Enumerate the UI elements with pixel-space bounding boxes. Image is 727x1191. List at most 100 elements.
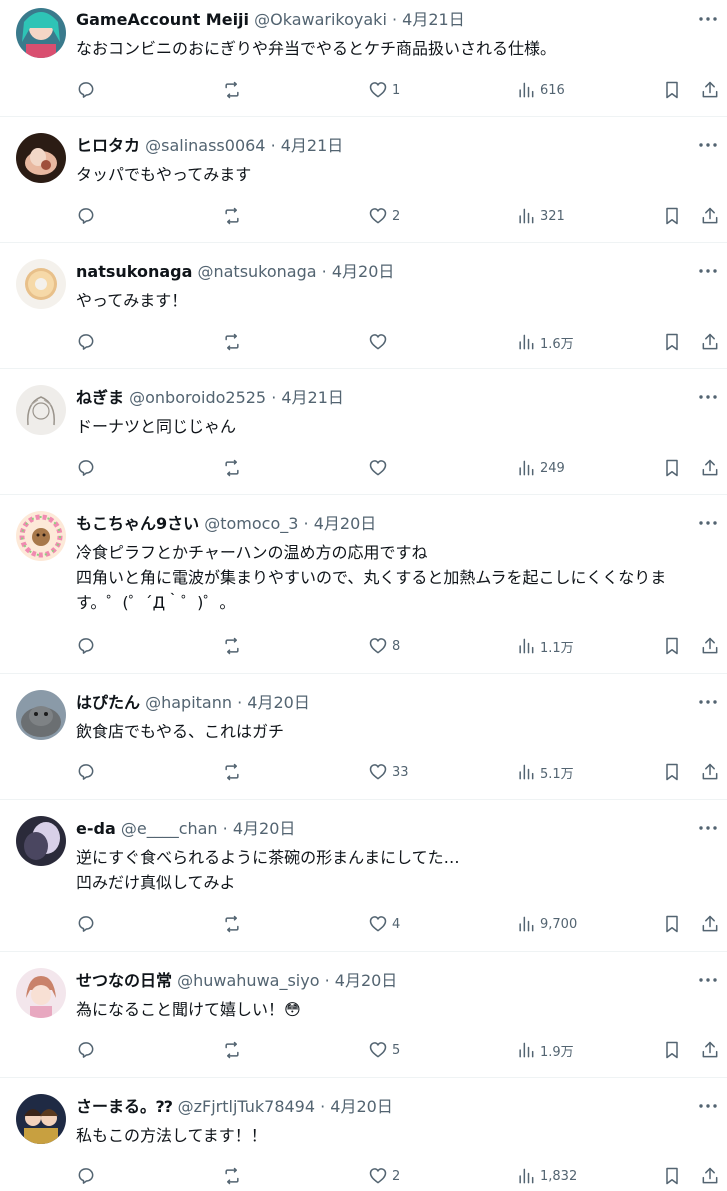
avatar[interactable] (16, 968, 66, 1018)
bookmark-button[interactable] (662, 634, 682, 658)
avatar[interactable] (16, 816, 66, 866)
user-handle[interactable]: @huwahuwa_siyo (177, 971, 319, 990)
display-name[interactable]: e-da (76, 819, 116, 838)
retweet-button[interactable] (222, 330, 242, 354)
share-button[interactable] (700, 204, 720, 228)
reply-tweet[interactable]: GameAccount Meiji @Okawarikoyaki · 4月21日… (0, 0, 727, 117)
tweet-date[interactable]: 4月20日 (332, 262, 395, 281)
display-name[interactable]: はぴたん (76, 693, 140, 712)
views-button[interactable]: 249 (516, 456, 565, 480)
display-name[interactable]: もこちゃん9さい (76, 514, 199, 533)
share-button[interactable] (700, 330, 720, 354)
bookmark-button[interactable] (662, 1038, 682, 1062)
user-handle[interactable]: @onboroido2525 (129, 388, 266, 407)
more-options-icon[interactable] (697, 969, 719, 991)
share-button[interactable] (700, 1164, 720, 1188)
user-handle[interactable]: @hapitann (145, 693, 232, 712)
views-button[interactable]: 1.9万 (516, 1038, 574, 1062)
like-button[interactable]: 2 (368, 1164, 400, 1188)
share-button[interactable] (700, 634, 720, 658)
bookmark-button[interactable] (662, 912, 682, 936)
like-button[interactable]: 8 (368, 634, 400, 658)
like-button[interactable]: 1 (368, 78, 400, 102)
display-name[interactable]: ねぎま (76, 388, 124, 407)
reply-button[interactable] (76, 634, 96, 658)
share-button[interactable] (700, 1038, 720, 1062)
bookmark-button[interactable] (662, 204, 682, 228)
tweet-date[interactable]: 4月20日 (330, 1097, 393, 1116)
display-name[interactable]: さーまる。⁇ (76, 1097, 173, 1116)
reply-tweet[interactable]: もこちゃん9さい @tomoco_3 · 4月20日 冷食ピラフとかチャーハンの… (0, 495, 727, 674)
reply-button[interactable] (76, 78, 96, 102)
share-button[interactable] (700, 760, 720, 784)
retweet-button[interactable] (222, 634, 242, 658)
display-name[interactable]: ヒロタカ (76, 136, 140, 155)
bookmark-button[interactable] (662, 78, 682, 102)
bookmark-button[interactable] (662, 1164, 682, 1188)
share-button[interactable] (700, 912, 720, 936)
avatar[interactable] (16, 511, 66, 561)
bookmark-button[interactable] (662, 330, 682, 354)
like-button[interactable]: 5 (368, 1038, 400, 1062)
more-options-icon[interactable] (697, 8, 719, 30)
tweet-date[interactable]: 4月20日 (233, 819, 296, 838)
like-button[interactable]: 33 (368, 760, 409, 784)
reply-button[interactable] (76, 1038, 96, 1062)
views-button[interactable]: 616 (516, 78, 565, 102)
views-button[interactable]: 9,700 (516, 912, 577, 936)
reply-tweet[interactable]: さーまる。⁇ @zFjrtljTuk78494 · 4月20日 私もこの方法して… (0, 1078, 727, 1191)
bookmark-button[interactable] (662, 760, 682, 784)
views-button[interactable]: 1.1万 (516, 634, 574, 658)
display-name[interactable]: natsukonaga (76, 262, 192, 281)
more-options-icon[interactable] (697, 260, 719, 282)
bookmark-button[interactable] (662, 456, 682, 480)
views-button[interactable]: 1,832 (516, 1164, 577, 1188)
share-button[interactable] (700, 456, 720, 480)
avatar[interactable] (16, 1094, 66, 1144)
user-handle[interactable]: @salinass0064 (145, 136, 265, 155)
like-button[interactable]: 2 (368, 204, 400, 228)
like-button[interactable] (368, 330, 392, 354)
tweet-date[interactable]: 4月20日 (335, 971, 398, 990)
retweet-button[interactable] (222, 204, 242, 228)
reply-button[interactable] (76, 330, 96, 354)
reply-tweet[interactable]: natsukonaga @natsukonaga · 4月20日 やってみます！… (0, 243, 727, 369)
user-handle[interactable]: @Okawarikoyaki (254, 10, 387, 29)
avatar[interactable] (16, 385, 66, 435)
reply-button[interactable] (76, 1164, 96, 1188)
avatar[interactable] (16, 690, 66, 740)
tweet-date[interactable]: 4月20日 (314, 514, 377, 533)
views-button[interactable]: 1.6万 (516, 330, 574, 354)
more-options-icon[interactable] (697, 386, 719, 408)
views-button[interactable]: 5.1万 (516, 760, 574, 784)
reply-tweet[interactable]: ヒロタカ @salinass0064 · 4月21日 タッパでもやってみます 2… (0, 117, 727, 243)
reply-button[interactable] (76, 204, 96, 228)
display-name[interactable]: せつなの日常 (76, 971, 172, 990)
display-name[interactable]: GameAccount Meiji (76, 10, 249, 29)
like-button[interactable]: 4 (368, 912, 400, 936)
reply-tweet[interactable]: せつなの日常 @huwahuwa_siyo · 4月20日 為になること聞けて嬉… (0, 952, 727, 1078)
avatar[interactable] (16, 133, 66, 183)
share-button[interactable] (700, 78, 720, 102)
avatar[interactable] (16, 8, 66, 58)
reply-button[interactable] (76, 456, 96, 480)
reply-tweet[interactable]: ねぎま @onboroido2525 · 4月21日 ドーナツと同じじゃん 24… (0, 369, 727, 495)
tweet-date[interactable]: 4月20日 (247, 693, 310, 712)
reply-button[interactable] (76, 912, 96, 936)
retweet-button[interactable] (222, 1164, 242, 1188)
retweet-button[interactable] (222, 456, 242, 480)
retweet-button[interactable] (222, 760, 242, 784)
retweet-button[interactable] (222, 1038, 242, 1062)
reply-tweet[interactable]: はぴたん @hapitann · 4月20日 飲食店でもやる、これはガチ 33 … (0, 674, 727, 800)
user-handle[interactable]: @zFjrtljTuk78494 (178, 1097, 315, 1116)
more-options-icon[interactable] (697, 134, 719, 156)
views-button[interactable]: 321 (516, 204, 565, 228)
tweet-date[interactable]: 4月21日 (402, 10, 465, 29)
retweet-button[interactable] (222, 78, 242, 102)
user-handle[interactable]: @e____chan (121, 819, 218, 838)
reply-tweet[interactable]: e-da @e____chan · 4月20日 逆にすぐ食べられるように茶碗の形… (0, 800, 727, 952)
more-options-icon[interactable] (697, 512, 719, 534)
avatar[interactable] (16, 259, 66, 309)
tweet-date[interactable]: 4月21日 (281, 388, 344, 407)
more-options-icon[interactable] (697, 817, 719, 839)
